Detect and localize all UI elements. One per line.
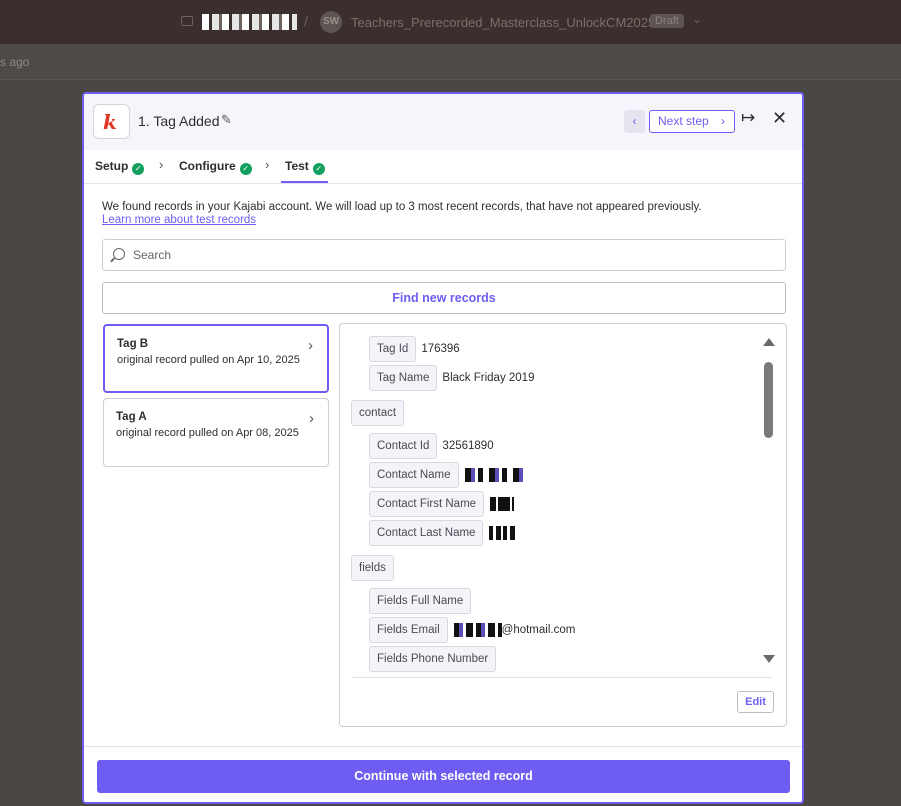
search-icon [113,248,125,260]
check-circle-icon: ✓ [132,163,145,175]
field-row: Tag Id 176396 [369,336,460,362]
chevron-right-icon: › [265,157,270,172]
chevron-right-icon: › [721,114,725,128]
edit-button[interactable]: Edit [737,691,774,713]
field-key: Fields Full Name [369,588,472,614]
breadcrumb-separator: / [304,13,308,29]
scroll-up-arrow-icon[interactable] [763,338,775,346]
tab-configure[interactable]: Configure ✓ [179,159,252,175]
field-key: Fields Email [369,617,448,643]
status-badge: Draft [650,14,684,28]
tab-label: Setup [95,159,129,173]
scrollbar-thumb[interactable] [764,362,773,438]
last-saved-text: s ago [0,55,30,69]
tab-test[interactable]: Test ✓ [285,159,325,175]
modal-footer: Continue with selected record [84,746,802,802]
learn-more-link[interactable]: Learn more about test records [102,214,742,227]
close-icon[interactable]: ✕ [772,108,787,129]
field-key: Fields Phone Number [369,646,497,672]
chevron-right-icon: › [309,410,314,427]
redacted-value [489,525,518,540]
kajabi-logo: k [93,104,130,139]
group-key: contact [351,400,405,426]
next-step-label: Next step [658,114,709,128]
field-row: Contact Name [369,462,523,488]
folder-name-redacted[interactable] [202,14,297,30]
step-editor-modal: k 1. Tag Added ✎ ‹ Next step › ↦ ✕ Setup… [82,92,804,804]
tab-label: Configure [179,159,236,173]
step-title: 1. Tag Added [138,113,220,129]
pencil-icon[interactable]: ✎ [221,112,232,128]
field-row: Contact Last Name [369,520,518,546]
record-detail-panel: Tag Id 176396 Tag Name Black Friday 2019 c… [339,323,787,727]
top-bar: / SW Teachers_Prerecorded_Masterclass_Un… [0,0,901,44]
tab-label: Test [285,159,309,173]
field-key: Contact First Name [369,491,485,517]
redacted-value [490,496,515,511]
field-row: Fields Phone Number [369,646,497,672]
search-field[interactable] [102,239,786,271]
info-message: We found records in your Kajabi account.… [102,201,702,213]
collapse-panel-icon[interactable]: ↦ [741,108,755,128]
sub-bar: s ago [0,44,901,80]
field-group: contact [351,400,405,426]
tab-setup[interactable]: Setup ✓ [95,159,145,175]
field-row: Fields Email @hotmail.com [369,617,575,643]
info-text: We found records in your Kajabi account.… [102,201,742,227]
zap-name[interactable]: Teachers_Prerecorded_Masterclass_UnlockC… [351,15,655,30]
divider [352,677,772,678]
folder-icon [181,16,193,26]
search-input[interactable] [133,245,773,265]
field-value: @hotmail.com [501,624,576,636]
field-key: Contact Last Name [369,520,484,546]
scroll-down-arrow-icon[interactable] [763,655,775,663]
next-step-button[interactable]: Next step › [649,110,735,133]
field-row: Fields Full Name [369,588,472,614]
record-title: Tag A [116,411,147,423]
previous-step-button[interactable]: ‹ [624,110,645,133]
group-key: fields [351,555,394,581]
step-tabs: Setup ✓ › Configure ✓ › Test ✓ [84,150,802,184]
avatar[interactable]: SW [320,11,342,33]
field-key: Tag Id [369,336,417,362]
field-row: Contact Id 32561890 [369,433,494,459]
record-subtitle: original record pulled on Apr 08, 2025 [116,427,299,439]
chevron-down-icon[interactable]: ⌄ [692,12,702,26]
find-new-records-button[interactable]: Find new records [102,282,786,314]
redacted-value [453,622,502,637]
chevron-right-icon: › [159,157,164,172]
field-key: Tag Name [369,365,438,391]
record-title: Tag B [117,338,149,350]
active-tab-indicator [281,181,328,183]
field-value: Black Friday 2019 [442,372,535,384]
kajabi-logo-glyph: k [103,110,117,134]
field-key: Contact Id [369,433,438,459]
record-subtitle: original record pulled on Apr 10, 2025 [117,354,300,366]
field-value: 32561890 [442,440,494,452]
chevron-right-icon: › [308,337,313,354]
field-row: Tag Name Black Friday 2019 [369,365,534,391]
field-row: Contact First Name [369,491,515,517]
field-group: fields [351,555,394,581]
check-circle-icon: ✓ [312,163,325,175]
scrollbar[interactable] [758,334,778,669]
field-key: Contact Name [369,462,459,488]
check-circle-icon: ✓ [239,163,252,175]
record-item-tag-a[interactable]: Tag A original record pulled on Apr 08, … [103,398,329,467]
modal-header: k 1. Tag Added ✎ ‹ Next step › ↦ ✕ [84,94,802,150]
chevron-left-icon: ‹ [632,114,637,128]
continue-with-selected-record-button[interactable]: Continue with selected record [97,760,790,793]
field-value: 176396 [421,343,460,355]
redacted-value [464,467,523,482]
record-item-tag-b[interactable]: Tag B original record pulled on Apr 10, … [103,324,329,393]
